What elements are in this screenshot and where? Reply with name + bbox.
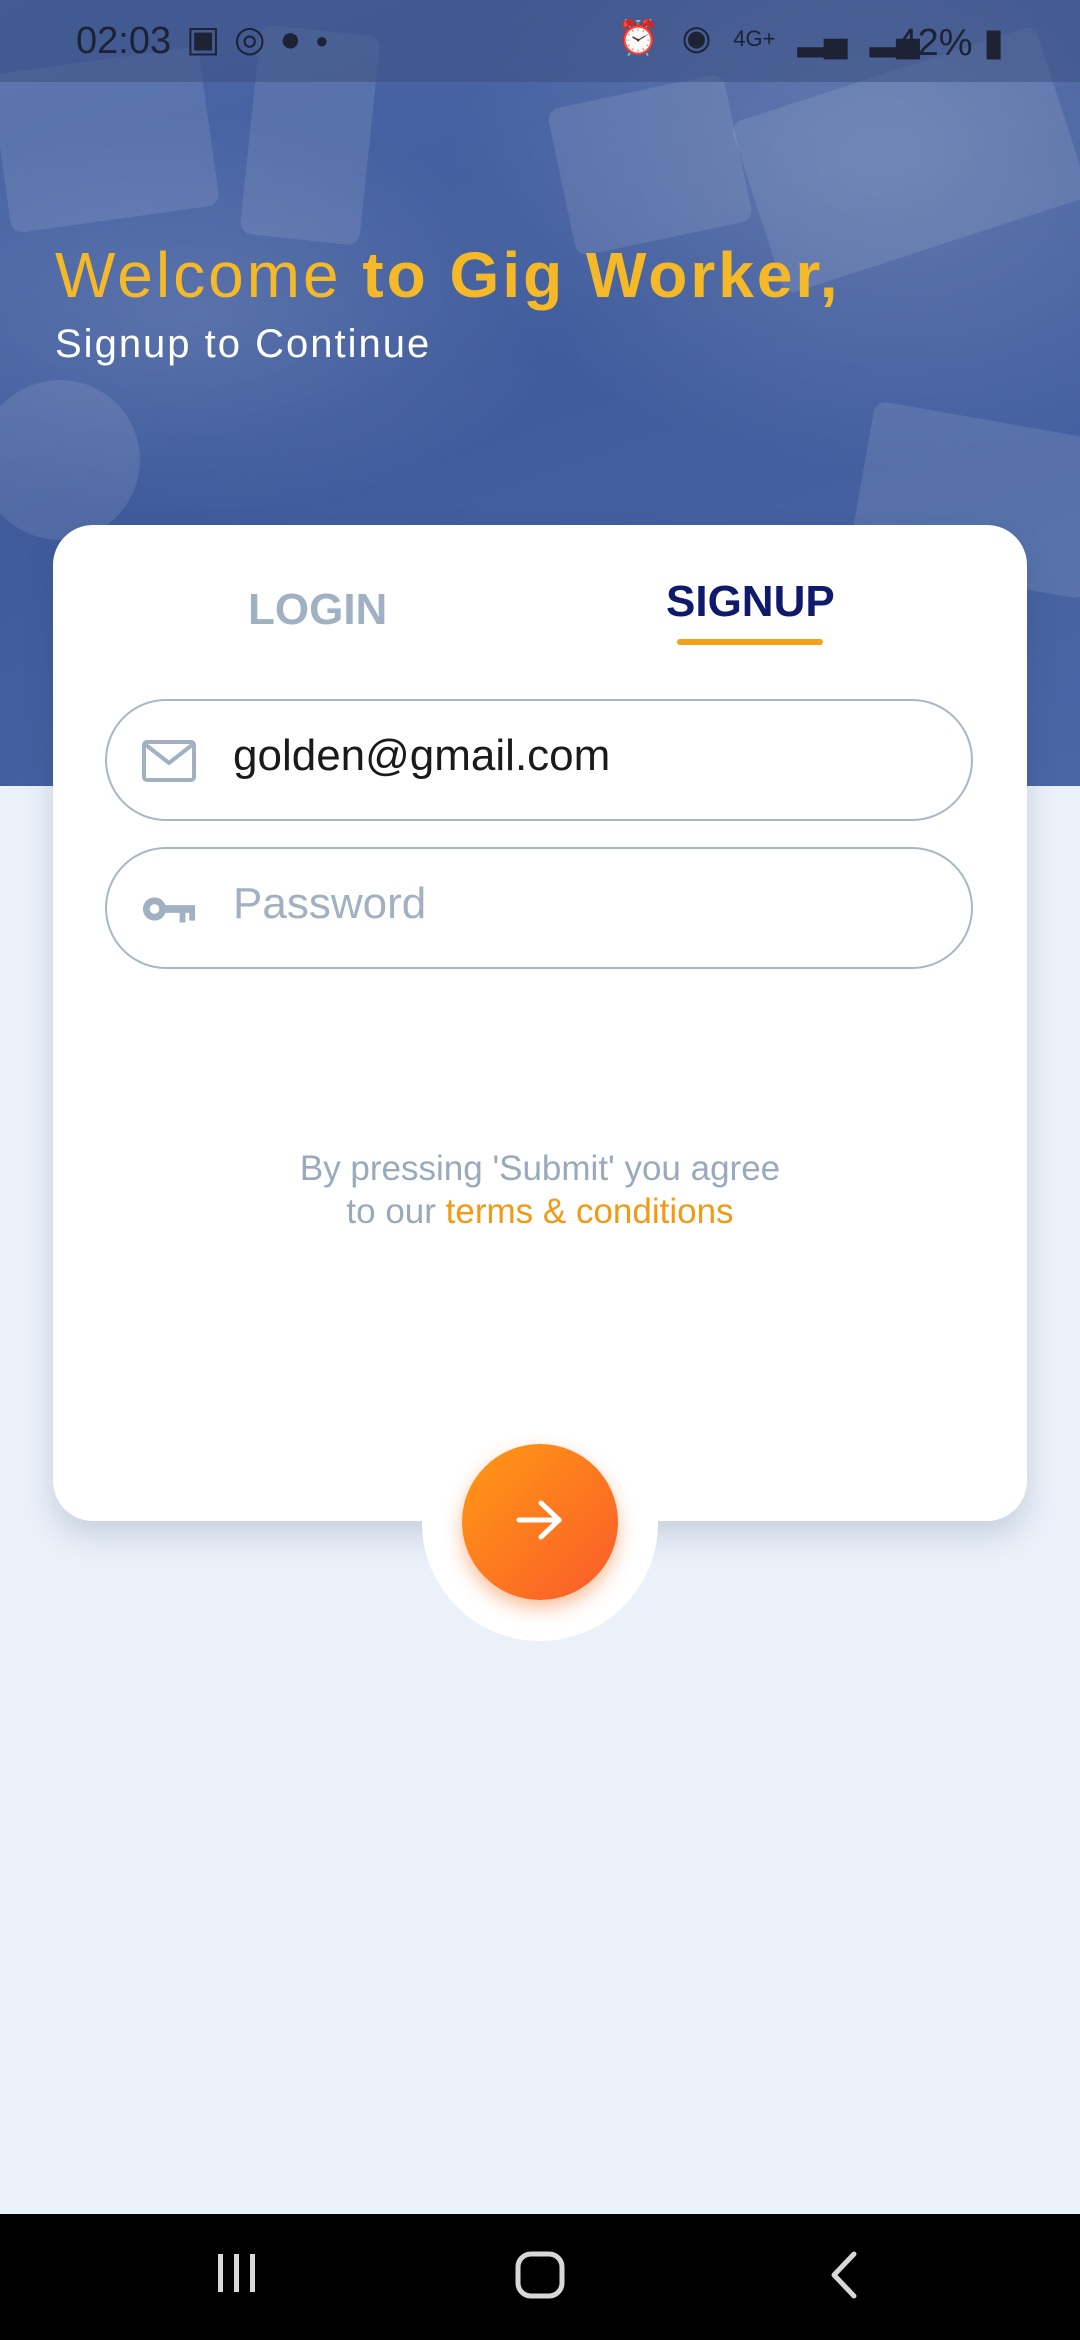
- terms-agreement: By pressing 'Submit' you agree to our te…: [53, 1147, 1027, 1233]
- alarm-icon: ⏰: [617, 19, 660, 57]
- image-icon: ▣: [186, 18, 221, 59]
- auth-card: LOGIN SIGNUP golden@gmail.com Password B…: [53, 525, 1027, 1521]
- submit-button[interactable]: [462, 1444, 618, 1600]
- whatsapp-icon: ◎: [234, 18, 266, 59]
- signal-icon: ▂▄: [797, 19, 848, 57]
- hero-decor: [0, 380, 140, 540]
- mail-icon: [141, 735, 197, 787]
- home-icon[interactable]: [514, 2250, 566, 2305]
- agreement-prefix: to our: [346, 1192, 436, 1231]
- phone-icon: ●: [279, 18, 302, 59]
- terms-link[interactable]: terms & conditions: [446, 1192, 734, 1231]
- back-icon[interactable]: [826, 2250, 862, 2305]
- network-type: 4G+: [733, 26, 776, 51]
- agreement-line2: to our terms & conditions: [53, 1190, 1027, 1233]
- notification-icons: ▣ ◎ ● ●: [186, 18, 328, 60]
- agreement-line1: By pressing 'Submit' you agree: [299, 1149, 781, 1188]
- system-nav-bar: [0, 2214, 1080, 2340]
- welcome-title: Welcome to Gig Worker,: [55, 238, 841, 312]
- recents-icon[interactable]: [214, 2250, 260, 2301]
- password-input[interactable]: Password: [233, 879, 426, 929]
- arrow-right-icon: [515, 1498, 565, 1547]
- tab-login[interactable]: LOGIN: [248, 585, 387, 635]
- hotspot-icon: ◉: [681, 19, 712, 57]
- email-input[interactable]: golden@gmail.com: [233, 731, 610, 781]
- battery-percent: 42%: [896, 22, 973, 64]
- tab-signup[interactable]: SIGNUP: [666, 577, 835, 627]
- status-bar: 02:03 ▣ ◎ ● ● ⏰ ◉ 4G+ ▂▄ ▂▄ 42% ▮: [0, 0, 1080, 82]
- page-subtitle: Signup to Continue: [55, 322, 432, 366]
- battery-icon: ▮: [983, 22, 1004, 64]
- active-tab-indicator: [677, 639, 823, 645]
- email-field[interactable]: golden@gmail.com: [105, 699, 973, 821]
- password-field[interactable]: Password: [105, 847, 973, 969]
- hero-decor: [546, 72, 754, 258]
- battery-level: 42% ▮: [896, 20, 1004, 65]
- status-time: 02:03: [76, 20, 172, 62]
- key-icon: [141, 883, 197, 935]
- welcome-prefix: Welcome: [55, 239, 342, 311]
- welcome-app-name: to Gig Worker,: [362, 239, 841, 311]
- system-icons: ⏰ ◉ 4G+ ▂▄ ▂▄: [617, 18, 920, 58]
- dot-icon: ●: [315, 28, 329, 53]
